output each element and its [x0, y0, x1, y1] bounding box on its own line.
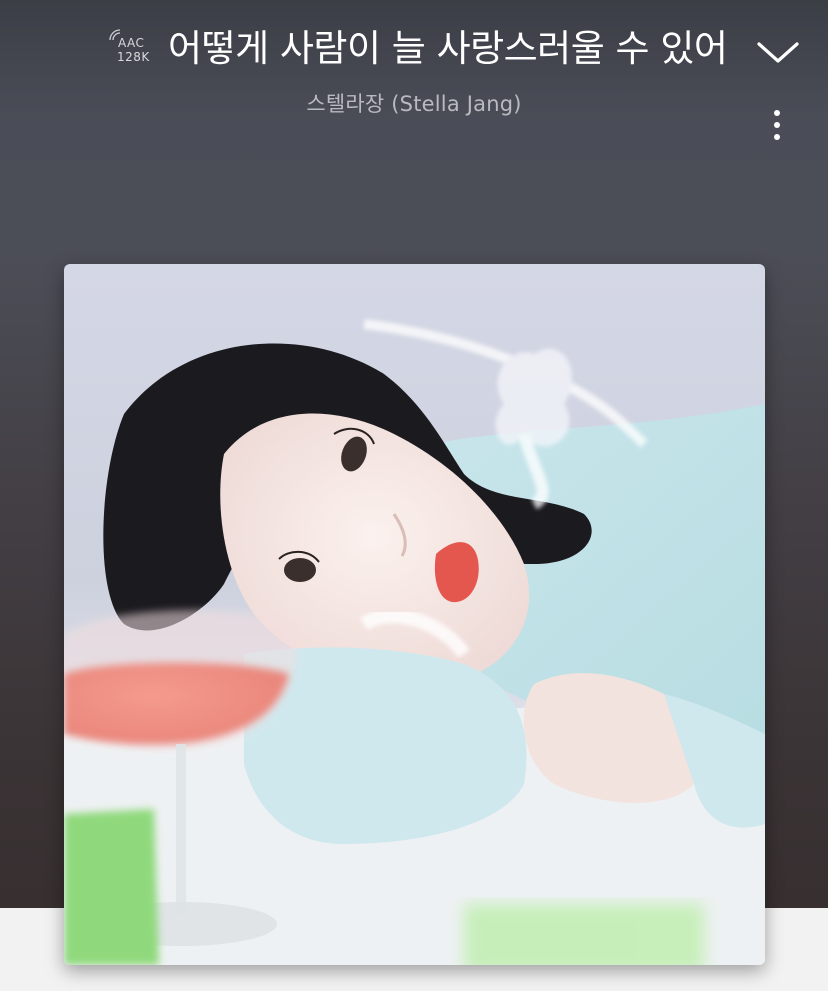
track-title: 어떻게 사람이 늘 사랑스러울 수 있어	[168, 27, 728, 70]
artist-name[interactable]: 스텔라장 (Stella Jang)	[0, 88, 828, 120]
collapse-player-button[interactable]	[752, 30, 804, 72]
player-header: AAC 128K 어떻게 사람이 늘 사랑스러울 수 있어 스텔라장 (Stel…	[0, 0, 828, 150]
more-vertical-icon	[774, 110, 780, 140]
codec-format: AAC	[118, 36, 145, 50]
album-cover	[64, 264, 765, 965]
more-options-button[interactable]	[760, 104, 794, 146]
chevron-down-icon	[757, 42, 799, 63]
album-cover-image	[64, 264, 765, 965]
codec-bitrate: 128K	[117, 50, 150, 64]
codec-badge: AAC 128K	[108, 28, 158, 68]
